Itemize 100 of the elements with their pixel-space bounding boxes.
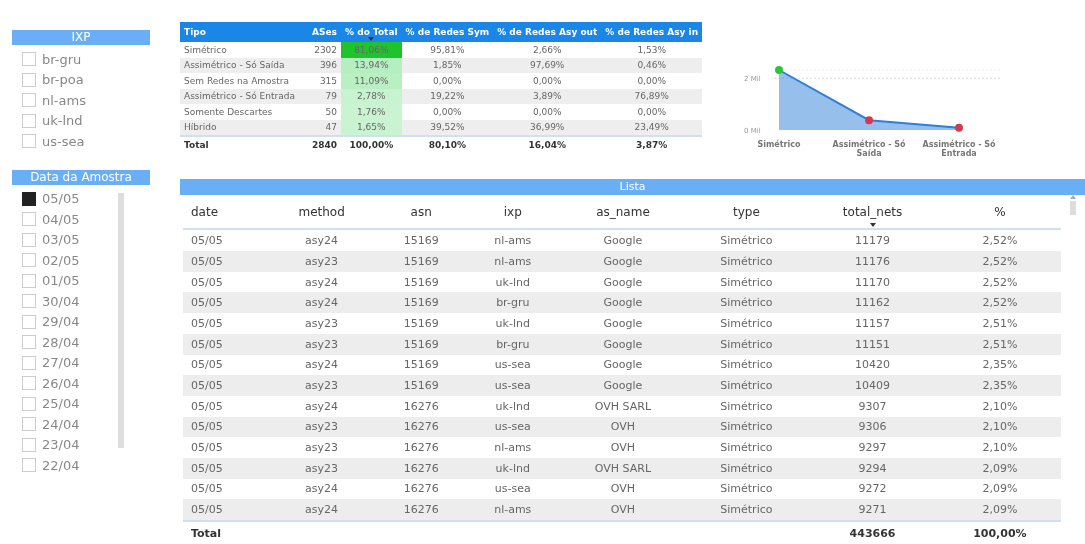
panel-title: Lista: [180, 179, 1085, 196]
table-cell: 2,52%: [938, 251, 1061, 272]
table-cell: asy24: [266, 499, 377, 521]
filter-option[interactable]: uk-lnd: [42, 113, 83, 129]
total-cell: 100,00%: [341, 136, 402, 153]
table-cell: 9271: [806, 499, 939, 521]
table-cell: asy23: [266, 437, 377, 458]
table-cell: 16276: [376, 457, 466, 479]
table-cell: 0,00%: [601, 104, 703, 120]
data-point: [775, 66, 784, 74]
table-cell: OVH: [559, 499, 687, 521]
filter-option[interactable]: 26/04: [42, 375, 80, 391]
table-cell: br-gru: [466, 333, 560, 355]
filter-option[interactable]: 30/04: [42, 293, 80, 309]
table-cell: OVH: [559, 416, 687, 438]
data-point: [955, 123, 964, 132]
table-cell: nl-ams: [466, 437, 560, 458]
table-cell: 95,81%: [401, 42, 494, 58]
table-cell: 11151: [806, 333, 939, 355]
filter-option[interactable]: 24/04: [42, 416, 80, 432]
table-cell: Simétrico: [686, 416, 807, 438]
table-cell: 05/05: [183, 229, 267, 252]
scrollbar-thumb[interactable]: [1070, 201, 1076, 216]
table-cell: 05/05: [183, 271, 267, 293]
filter-option[interactable]: 23/04: [42, 437, 80, 453]
filter-option[interactable]: 25/04: [42, 396, 80, 412]
filter-option[interactable]: 01/05: [42, 273, 80, 289]
table-cell: 1,76%: [341, 104, 402, 120]
table-cell: asy23: [266, 313, 377, 334]
filter-option[interactable]: br-gru: [42, 51, 82, 67]
table-cell: Somente Descartes: [180, 104, 308, 120]
table-cell: 2302: [308, 42, 342, 58]
total-label: Total: [191, 526, 222, 540]
table-cell: 15169: [376, 271, 466, 293]
table-cell: uk-lnd: [466, 395, 560, 417]
table-cell: br-gru: [466, 292, 560, 314]
column-header[interactable]: % de Redes Asy out: [493, 22, 602, 42]
filter-option[interactable]: 22/04: [42, 457, 80, 473]
table-cell: 05/05: [183, 375, 267, 396]
axis-label: Assimétrico - Só Entrada: [921, 140, 997, 158]
table-cell: Simétrico: [686, 395, 807, 417]
table-cell: 16276: [376, 478, 466, 500]
table-cell: asy24: [266, 292, 377, 314]
table-cell: nl-ams: [466, 499, 560, 521]
table-cell: Simétrico: [686, 292, 807, 314]
column-header[interactable]: Tipo: [180, 22, 308, 42]
filter-option[interactable]: us-sea: [42, 133, 85, 149]
filter-option[interactable]: 27/04: [42, 355, 80, 371]
table-cell: Google: [559, 354, 687, 376]
filter-option[interactable]: 29/04: [42, 314, 80, 330]
filter-option[interactable]: nl-ams: [42, 92, 86, 108]
filter-option[interactable]: 28/04: [42, 334, 80, 350]
filter-option[interactable]: 04/05: [42, 211, 80, 227]
table-cell: 11176: [806, 251, 939, 272]
total-cell: 100,00%: [973, 526, 1027, 540]
table-cell: uk-lnd: [466, 313, 560, 334]
table-cell: Simétrico: [686, 313, 807, 334]
column-header[interactable]: ASes: [308, 22, 342, 42]
table-cell: uk-lnd: [466, 271, 560, 293]
filter-option[interactable]: 02/05: [42, 252, 80, 268]
table-cell: 05/05: [183, 437, 267, 458]
scrollbar[interactable]: [118, 192, 124, 448]
column-header[interactable]: % de Redes Asy in: [601, 22, 703, 42]
column-header[interactable]: % do Total: [341, 22, 402, 42]
filter-option[interactable]: br-poa: [42, 72, 84, 88]
table-cell: 10409: [806, 375, 939, 396]
table-cell: OVH: [559, 478, 687, 500]
table-cell: 9306: [806, 416, 939, 438]
table-cell: asy23: [266, 375, 377, 396]
table-cell: OVH SARL: [559, 395, 687, 417]
table-cell: 16276: [376, 437, 466, 458]
column-header[interactable]: % de Redes Sym: [401, 22, 494, 42]
total-cell: 16,04%: [493, 136, 602, 153]
table-cell: 2,52%: [938, 292, 1061, 314]
table-cell: uk-lnd: [466, 457, 560, 479]
checkbox[interactable]: [22, 191, 36, 206]
table-cell: Google: [559, 313, 687, 334]
table-cell: us-sea: [466, 354, 560, 376]
table-cell: 2,09%: [938, 499, 1061, 521]
table-cell: nl-ams: [466, 251, 560, 272]
table-cell: 9297: [806, 437, 939, 458]
total-cell: 3,87%: [601, 136, 703, 153]
table-cell: 11,09%: [341, 73, 402, 89]
table-cell: Simétrico: [686, 271, 807, 293]
table-cell: 81,06%: [341, 42, 402, 58]
total-cell: 80,10%: [401, 136, 494, 153]
table-cell: Google: [559, 333, 687, 355]
total-cell: 2840: [308, 136, 342, 153]
table-cell: 05/05: [183, 292, 267, 314]
data-point: [865, 116, 874, 125]
filter-option[interactable]: 05/05: [42, 191, 80, 207]
table-cell: 2,10%: [938, 437, 1061, 458]
table-cell: 16276: [376, 416, 466, 438]
table-cell: 11162: [806, 292, 939, 314]
table-cell: Simétrico: [686, 229, 807, 252]
table-cell: 05/05: [183, 416, 267, 438]
table-cell: 50: [308, 104, 342, 120]
filter-option[interactable]: 03/05: [42, 232, 80, 248]
table-cell: asy23: [266, 251, 377, 272]
table-cell: Simétrico: [686, 375, 807, 396]
